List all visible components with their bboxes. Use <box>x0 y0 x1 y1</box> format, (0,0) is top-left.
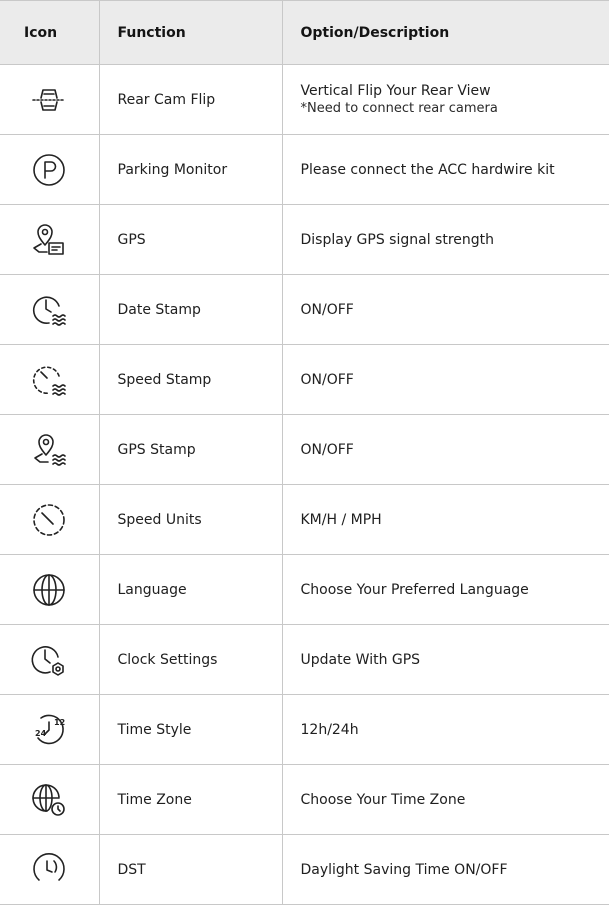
function-label: GPS <box>98 204 283 275</box>
description-text: Display GPS signal strength <box>281 204 609 275</box>
table-row: Clock Settings Update With GPS <box>0 624 609 695</box>
globe-clock-icon <box>32 783 66 816</box>
description-text: ON/OFF <box>281 414 609 485</box>
description-text: ON/OFF <box>281 274 609 345</box>
rear-cam-flip-icon <box>32 88 67 111</box>
time-style-24: 24 <box>35 729 47 738</box>
function-label: Speed Stamp <box>98 344 283 415</box>
dst-clock-icon <box>33 852 66 881</box>
gps-stamp-icon <box>34 433 67 466</box>
description-text: ON/OFF <box>281 344 609 415</box>
gps-icon <box>33 223 65 255</box>
table-row: Parking Monitor Please connect the ACC h… <box>0 134 609 205</box>
header-function: Function <box>98 0 283 65</box>
table-row: Rear Cam Flip Vertical Flip Your Rear Vi… <box>0 64 609 135</box>
description-text: KM/H / MPH <box>281 484 609 555</box>
table-row: GPS Stamp ON/OFF <box>0 414 609 485</box>
speed-stamp-icon <box>33 365 67 396</box>
table-row: Speed Units KM/H / MPH <box>0 484 609 555</box>
description-text: Daylight Saving Time ON/OFF <box>281 834 609 905</box>
table-row: DST Daylight Saving Time ON/OFF <box>0 834 609 905</box>
function-label: Clock Settings <box>98 624 283 695</box>
description-text: Update With GPS <box>281 624 609 695</box>
description-text: Please connect the ACC hardwire kit <box>281 134 609 205</box>
function-label: Rear Cam Flip <box>98 64 283 135</box>
table-row: Speed Stamp ON/OFF <box>0 344 609 415</box>
parking-icon <box>33 153 66 186</box>
globe-icon <box>33 573 66 606</box>
description-text: Choose Your Preferred Language <box>281 554 609 625</box>
function-label: Language <box>98 554 283 625</box>
description-text: 12h/24h <box>281 694 609 765</box>
table-row: 12 24 Time Style 12h/24h <box>0 694 609 765</box>
function-label: Parking Monitor <box>98 134 283 205</box>
time-style-icon: 12 24 <box>35 714 65 744</box>
description-note: *Need to connect rear camera <box>300 100 498 116</box>
function-label: Date Stamp <box>98 274 283 345</box>
description-text: Choose Your Time Zone <box>281 764 609 835</box>
header-icon: Icon <box>0 0 100 65</box>
table-row: Language Choose Your Preferred Language <box>0 554 609 625</box>
function-label: Time Style <box>98 694 283 765</box>
speedometer-icon <box>33 503 66 536</box>
header-description: Option/Description <box>281 0 609 65</box>
date-stamp-icon <box>33 295 67 326</box>
table-header-row: Icon Function Option/Description <box>0 0 609 65</box>
time-style-12: 12 <box>54 718 65 727</box>
function-label: Time Zone <box>98 764 283 835</box>
table-row: Time Zone Choose Your Time Zone <box>0 764 609 835</box>
table-row: Date Stamp ON/OFF <box>0 274 609 345</box>
clock-gear-icon <box>31 645 65 676</box>
table-row: GPS Display GPS signal strength <box>0 204 609 275</box>
function-label: DST <box>98 834 283 905</box>
description-text: Vertical Flip Your Rear View <box>300 82 491 99</box>
function-label: Speed Units <box>98 484 283 555</box>
function-label: GPS Stamp <box>98 414 283 485</box>
settings-table: Icon Function Option/Description Rear Ca… <box>0 0 609 905</box>
